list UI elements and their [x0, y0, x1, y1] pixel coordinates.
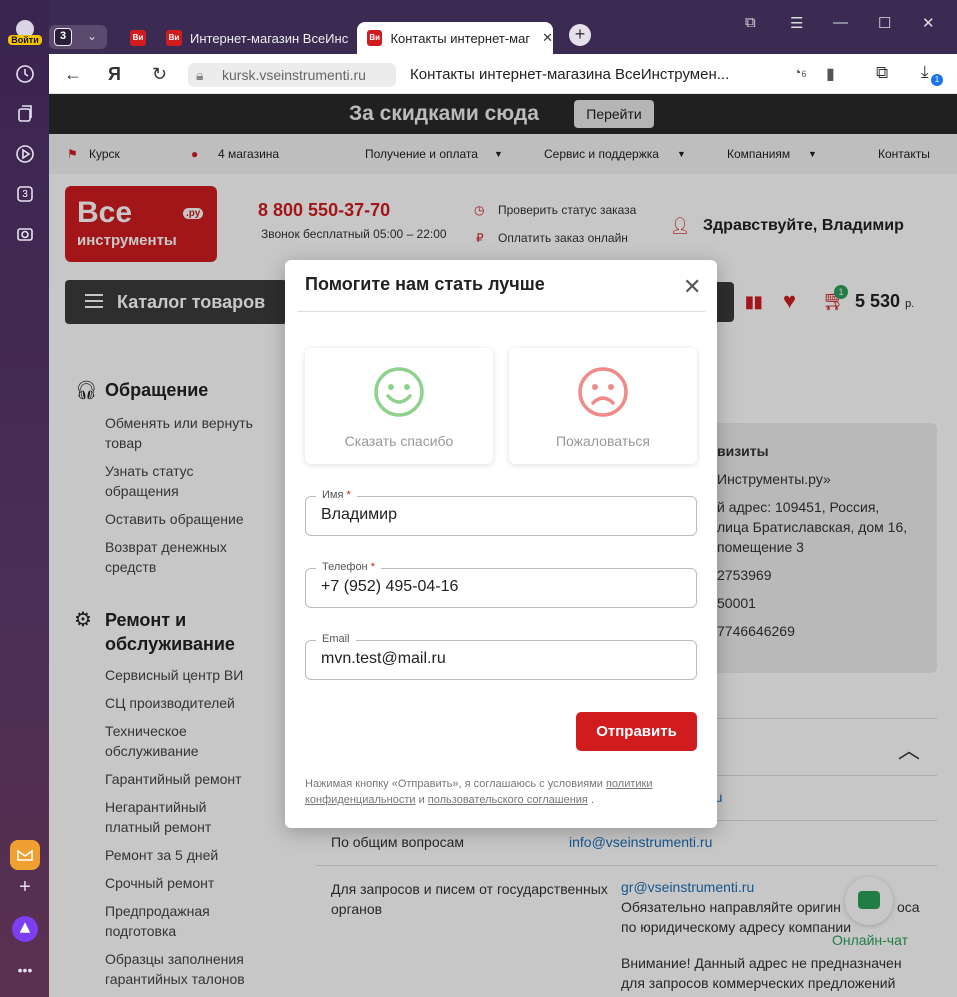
tracker-icon[interactable]: ◔6 — [793, 64, 806, 80]
email-field[interactable] — [321, 650, 681, 668]
submit-button[interactable]: Отправить — [576, 712, 697, 751]
video-icon[interactable] — [13, 142, 37, 166]
more-icon[interactable]: ••• — [13, 958, 37, 982]
name-label-text: Имя — [322, 489, 344, 501]
page-title: Контакты интернет-магазина ВсеИнструмен.… — [410, 66, 730, 83]
close-tab-icon[interactable]: ✕ — [542, 30, 553, 46]
url-text: kursk.vseinstrumenti.ru — [222, 67, 366, 83]
consent-end: . — [587, 794, 595, 806]
phone-field-wrap: Телефон * — [305, 561, 697, 608]
reload-icon[interactable]: ↻ — [152, 64, 167, 85]
phone-label-text: Телефон — [322, 561, 368, 573]
tabs-count-icon[interactable]: 3 — [13, 182, 37, 206]
required-mark: * — [370, 561, 375, 573]
phone-label: Телефон * — [316, 561, 381, 573]
yandex-icon[interactable]: Я — [108, 64, 121, 85]
thanks-button[interactable]: Сказать спасибо — [305, 348, 493, 464]
close-icon[interactable]: ✕ — [683, 274, 701, 300]
screenshot-icon[interactable] — [13, 222, 37, 246]
consent-text: Нажимая кнопку «Отправить», я соглашаюсь… — [305, 776, 705, 808]
tab-group-count: 3 — [54, 28, 72, 46]
tab-group-button[interactable]: 3 ⌄ — [49, 25, 107, 49]
favicon-icon: Ви — [367, 30, 383, 46]
login-label: Войти — [8, 35, 42, 45]
new-tab-button[interactable]: + — [569, 24, 591, 46]
collections-button-icon[interactable]: ⧉ — [876, 63, 888, 83]
thanks-label: Сказать спасибо — [344, 433, 454, 449]
sad-icon — [578, 367, 628, 417]
downloads-icon[interactable]: ⤓ 1 — [921, 62, 943, 86]
smile-icon — [374, 367, 424, 417]
alice-icon[interactable] — [12, 916, 38, 942]
tracker-count: 6 — [801, 69, 807, 79]
tab-pinned[interactable]: Ви — [120, 22, 160, 54]
url-field[interactable]: 🔒︎ kursk.vseinstrumenti.ru — [188, 63, 396, 87]
downloads-badge: 1 — [931, 74, 943, 86]
divider — [297, 311, 705, 312]
complain-label: Пожаловаться — [555, 433, 650, 449]
bookmarks-panel-icon[interactable]: ⧉ — [745, 14, 756, 31]
tab-contacts[interactable]: Ви Контакты интернет-маг ✕ — [357, 22, 553, 54]
modal-title: Помогите нам стать лучше — [305, 274, 545, 294]
favicon-icon: Ви — [166, 30, 182, 46]
maximize-icon[interactable]: ☐ — [878, 14, 891, 32]
required-mark: * — [346, 489, 351, 501]
history-icon[interactable] — [13, 62, 37, 86]
browser-sidebar: Войти 3 + ••• — [0, 0, 49, 997]
consent-mid: и — [415, 794, 428, 806]
tab-title: Интернет-магазин ВсеИнс — [190, 30, 349, 46]
name-field-wrap: Имя * — [305, 489, 697, 536]
back-icon[interactable]: ← — [64, 64, 82, 85]
login-button[interactable]: Войти — [6, 14, 44, 52]
lock-icon: 🔒︎ — [196, 67, 204, 83]
tab-main-store[interactable]: Ви Интернет-магазин ВсеИнс — [156, 22, 352, 54]
tabs-count: 3 — [22, 188, 28, 200]
name-field[interactable] — [321, 506, 681, 524]
complain-button[interactable]: Пожаловаться — [509, 348, 697, 464]
add-panel-icon[interactable]: + — [13, 875, 37, 899]
email-label: Email — [316, 633, 356, 645]
email-field-wrap: Email — [305, 633, 697, 680]
phone-field[interactable] — [321, 578, 681, 596]
name-label: Имя * — [316, 489, 357, 501]
tab-title: Контакты интернет-маг — [390, 30, 531, 46]
menu-icon[interactable]: ☰ — [790, 14, 803, 32]
feedback-modal: Помогите нам стать лучше ✕ Сказать спаси… — [285, 260, 717, 828]
chevron-down-icon: ⌄ — [87, 29, 98, 43]
minimize-icon[interactable]: — — [833, 14, 848, 31]
collections-icon[interactable] — [13, 102, 37, 126]
mail-icon[interactable] — [10, 840, 40, 870]
favicon-icon: Ви — [130, 30, 146, 46]
user-agreement-link[interactable]: пользовательского соглашения — [428, 794, 588, 806]
close-window-icon[interactable]: ✕ — [922, 14, 935, 32]
bookmark-icon[interactable]: ▮ — [826, 64, 835, 84]
consent-pre: Нажимая кнопку «Отправить», я соглашаюсь… — [305, 778, 606, 790]
